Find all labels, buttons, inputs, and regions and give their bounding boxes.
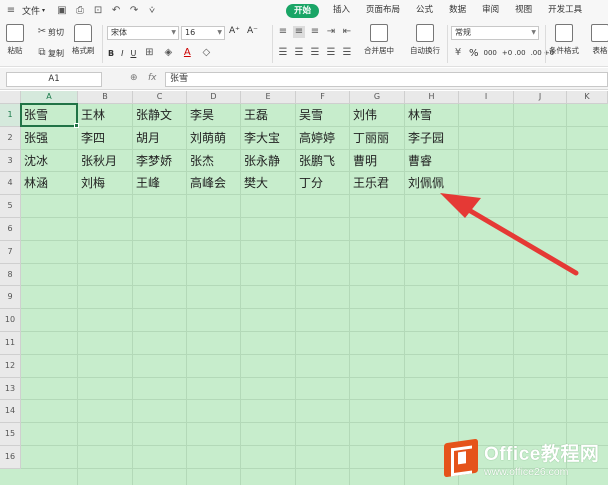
watermark: Office教程网 www.office26.com — [444, 435, 608, 481]
watermark-text: Office教程网 www.office26.com — [484, 439, 599, 478]
annotation-arrow — [440, 193, 579, 276]
office-logo-icon — [444, 438, 478, 478]
watermark-url: www.office26.com — [484, 465, 569, 478]
watermark-title: Office教程网 — [484, 443, 600, 465]
arrow-shaft — [459, 203, 579, 276]
